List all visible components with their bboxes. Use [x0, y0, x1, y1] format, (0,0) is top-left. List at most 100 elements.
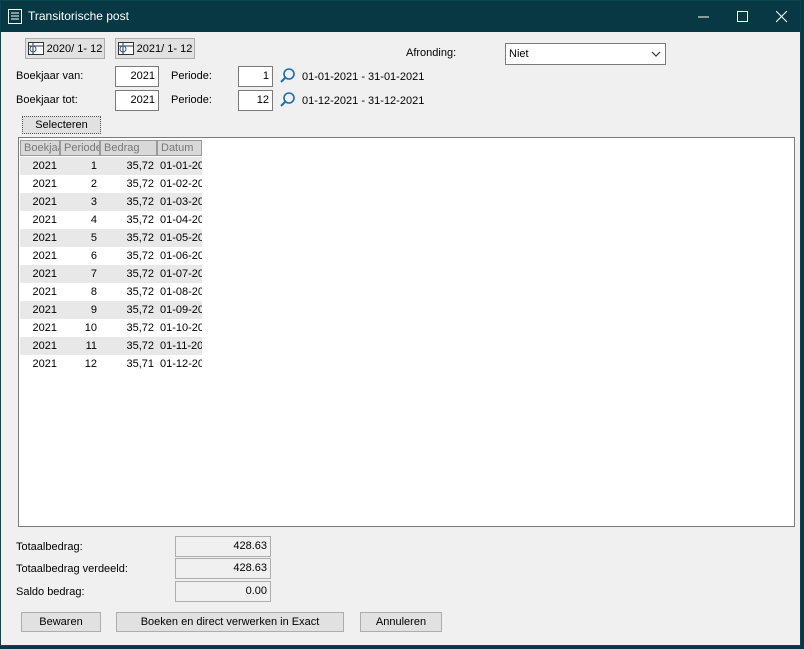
table-cell-periode: 1 [60, 157, 100, 175]
table-cell-datum: 01-04-2021 [160, 214, 202, 226]
column-header-bedrag[interactable]: Bedrag [100, 140, 157, 156]
periods-grid[interactable]: Boekjaar Periode Bedrag Datum 2021135,72… [18, 137, 795, 527]
table-cell-jaar: 2021 [32, 358, 57, 370]
period-2021-label: 2021/ 1- 12 [136, 42, 193, 55]
period-2021-button[interactable]: 2021/ 1- 12 [115, 38, 195, 59]
afronding-value: Niet [509, 48, 529, 60]
boekjaar-tot-input[interactable]: 2021 [115, 90, 159, 111]
table-cell-bedrag: 35,72 [126, 178, 154, 190]
table-cell-jaar: 2021 [32, 250, 57, 262]
table-cell-datum: 01-10-2021 [160, 322, 202, 334]
periode-van-label: Periode: [171, 70, 212, 82]
totaalbedrag-value: 428.63 [175, 536, 271, 557]
table-cell-periode: 2 [90, 178, 97, 190]
table-cell-datum: 01-08-2021 [160, 286, 202, 298]
table-cell-bedrag: 35,71 [126, 358, 154, 370]
table-row[interactable]: 20211135,7201-11-2021 [19, 337, 202, 355]
column-header-periode[interactable]: Periode [60, 140, 100, 156]
table-cell-periode: 9 [60, 301, 100, 319]
table-cell-bedrag: 35,72 [126, 250, 154, 262]
table-cell-bedrag: 35,72 [126, 214, 154, 226]
boekjaar-van-label: Boekjaar van: [16, 70, 84, 82]
period-2020-button[interactable]: 2020/ 1- 12 [25, 38, 105, 59]
table-cell-bedrag: 35,72 [100, 157, 157, 175]
afronding-select[interactable]: Niet [505, 43, 666, 65]
table-row[interactable]: 2021 10 35,72 01-10-2021 [19, 319, 202, 337]
table-cell-datum: 01-06-2021 [160, 250, 202, 262]
table-cell-datum: 01-01-2021 [157, 157, 202, 175]
saldo-bedrag-value: 0.00 [175, 581, 271, 602]
table-cell-periode: 10 [84, 322, 97, 334]
table-cell-datum: 01-05-2021 [157, 229, 202, 247]
search-icon[interactable] [279, 67, 297, 85]
close-icon [776, 11, 788, 23]
table-cell-jaar: 2021 [20, 337, 60, 355]
table-cell-periode: 11 [60, 337, 100, 355]
table-row[interactable]: 2021 8 35,72 01-08-2021 [19, 283, 202, 301]
table-cell-jaar: 2021 [20, 229, 60, 247]
table-cell-periode: 5 [60, 229, 100, 247]
bewaren-button[interactable]: Bewaren [21, 612, 101, 632]
table-cell-jaar: 2021 [20, 157, 60, 175]
table-cell-datum: 01-07-2021 [157, 265, 202, 283]
window-title: Transitorische post [28, 9, 129, 23]
maximize-button[interactable] [723, 1, 763, 32]
table-cell-bedrag: 35,72 [100, 229, 157, 247]
table-row[interactable]: 2021 6 35,72 01-06-2021 [19, 247, 202, 265]
table-cell-jaar: 2021 [32, 214, 57, 226]
table-cell-jaar: 2021 [20, 301, 60, 319]
period-grid-icon [117, 42, 134, 55]
periode-tot-input[interactable]: 12 [238, 90, 273, 111]
table-cell-bedrag: 35,72 [100, 193, 157, 211]
chevron-down-icon [651, 51, 661, 57]
period-2020-label: 2020/ 1- 12 [46, 42, 103, 55]
table-cell-periode: 12 [84, 358, 97, 370]
table-cell-bedrag: 35,72 [100, 265, 157, 283]
table-cell-periode: 8 [90, 286, 97, 298]
boekjaar-van-input[interactable]: 2021 [115, 66, 159, 87]
table-row[interactable]: 2021935,7201-09-2021 [19, 301, 202, 319]
search-icon[interactable] [279, 91, 297, 109]
saldo-bedrag-label: Saldo bedrag: [16, 586, 85, 598]
table-row[interactable]: 2021335,7201-03-2021 [19, 193, 202, 211]
table-cell-jaar: 2021 [32, 178, 57, 190]
table-cell-jaar: 2021 [20, 193, 60, 211]
table-cell-bedrag: 35,72 [126, 322, 154, 334]
column-header-datum[interactable]: Datum [157, 140, 202, 156]
table-row[interactable]: 2021 2 35,72 01-02-2021 [19, 175, 202, 193]
table-cell-jaar: 2021 [32, 322, 57, 334]
app-form-icon [8, 9, 22, 24]
table-cell-datum: 01-12-2021 [160, 358, 202, 370]
table-cell-datum: 01-09-2021 [157, 301, 202, 319]
table-cell-bedrag: 35,72 [100, 337, 157, 355]
table-row[interactable]: 2021535,7201-05-2021 [19, 229, 202, 247]
table-cell-bedrag: 35,72 [126, 286, 154, 298]
selecteren-button[interactable]: Selecteren [22, 116, 101, 134]
periode-tot-label: Periode: [171, 94, 212, 106]
annuleren-button[interactable]: Annuleren [360, 612, 442, 632]
period-grid-icon [27, 42, 44, 55]
column-header-boekjaar[interactable]: Boekjaar [20, 140, 60, 156]
table-row[interactable]: 2021 4 35,72 01-04-2021 [19, 211, 202, 229]
totaalbedrag-label: Totaalbedrag: [16, 541, 83, 553]
boekjaar-tot-label: Boekjaar tot: [16, 94, 78, 106]
table-row[interactable]: 2021135,7201-01-2021 [19, 157, 202, 175]
minimize-button[interactable] [684, 1, 724, 32]
table-cell-datum: 01-02-2021 [160, 178, 202, 190]
periode-van-range: 01-01-2021 - 31-01-2021 [302, 71, 425, 83]
afronding-label: Afronding: [406, 47, 457, 59]
table-cell-periode: 3 [60, 193, 100, 211]
maximize-icon [737, 11, 748, 22]
totaalbedrag-verdeeld-value: 428.63 [175, 558, 271, 579]
table-cell-jaar: 2021 [32, 286, 57, 298]
periode-van-input[interactable]: 1 [238, 66, 273, 87]
table-cell-periode: 4 [90, 214, 97, 226]
close-button[interactable] [762, 1, 802, 32]
minimize-icon [698, 16, 709, 18]
table-cell-jaar: 2021 [20, 265, 60, 283]
table-cell-datum: 01-03-2021 [157, 193, 202, 211]
table-row[interactable]: 2021 12 35,71 01-12-2021 [19, 355, 202, 373]
title-bar[interactable]: Transitorische post [1, 1, 800, 32]
table-row[interactable]: 2021735,7201-07-2021 [19, 265, 202, 283]
boeken-button[interactable]: Boeken en direct verwerken in Exact [116, 612, 344, 632]
